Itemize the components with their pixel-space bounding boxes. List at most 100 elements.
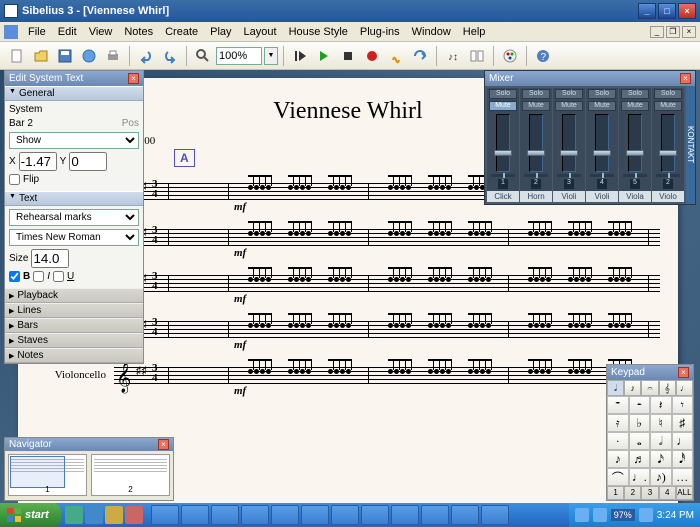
open-button[interactable]	[30, 45, 52, 67]
start-button[interactable]: start	[0, 503, 61, 527]
keypad-close[interactable]: ×	[678, 367, 689, 378]
section-playback[interactable]: ▶Playback	[5, 288, 143, 303]
keypad-tab[interactable]: 𝄐	[641, 380, 658, 396]
new-button[interactable]	[6, 45, 28, 67]
keypad-header[interactable]: Keypad×	[607, 365, 693, 380]
doc-icon[interactable]	[4, 25, 18, 39]
maximize-button[interactable]: □	[658, 3, 676, 19]
flip-checkbox[interactable]	[9, 174, 20, 185]
section-staves[interactable]: ▶Staves	[5, 333, 143, 348]
section-general[interactable]: ▼General	[5, 86, 143, 101]
italic-checkbox[interactable]	[33, 271, 44, 282]
solo-button[interactable]: Solo	[621, 89, 649, 99]
mute-button[interactable]: Mute	[555, 101, 583, 111]
taskbar-button[interactable]	[151, 505, 179, 525]
taskbar-button[interactable]	[181, 505, 209, 525]
solo-button[interactable]: Solo	[489, 89, 517, 99]
size-input[interactable]	[31, 249, 69, 268]
tray-icon[interactable]	[639, 508, 653, 522]
navigator-page[interactable]: 2	[91, 454, 170, 496]
keypad-voice-button[interactable]: 4	[659, 486, 676, 500]
pan-slider[interactable]	[623, 174, 647, 177]
play-button[interactable]	[313, 45, 335, 67]
undo-button[interactable]	[135, 45, 157, 67]
keypad-button[interactable]: ♩	[672, 432, 694, 450]
volume-fader[interactable]	[661, 114, 675, 172]
staff[interactable]: 𝄞 ♯♯ 34 mf	[114, 263, 660, 303]
navigator-viewport[interactable]	[10, 456, 65, 488]
keypad-button[interactable]: ·	[607, 432, 629, 450]
bold-checkbox[interactable]	[9, 271, 20, 282]
staff[interactable]: 𝄞 ♯♯ 34 mf	[114, 355, 660, 395]
mdi-minimize[interactable]: _	[650, 26, 664, 38]
underline-checkbox[interactable]	[53, 271, 64, 282]
keypad-button[interactable]: ♯	[672, 414, 694, 432]
zoom-input[interactable]	[216, 47, 262, 65]
menu-house-style[interactable]: House Style	[283, 24, 354, 40]
keypad-button[interactable]: ♪	[607, 450, 629, 468]
help-button[interactable]: ?	[532, 45, 554, 67]
staff[interactable]: 𝄡 ♯♯ 34 mf	[114, 309, 660, 349]
pan-slider[interactable]	[524, 174, 548, 177]
keypad-button[interactable]: 𝄿	[607, 414, 629, 432]
print-button[interactable]	[102, 45, 124, 67]
keypad-button[interactable]: 𝅝	[629, 432, 651, 450]
minimize-button[interactable]: _	[638, 3, 656, 19]
ql-icon-1[interactable]	[65, 506, 83, 524]
taskbar-button[interactable]	[481, 505, 509, 525]
taskbar-button[interactable]	[361, 505, 389, 525]
mute-button[interactable]: Mute	[621, 101, 649, 111]
taskbar-button[interactable]	[331, 505, 359, 525]
menu-plug-ins[interactable]: Plug-ins	[354, 24, 406, 40]
record-button[interactable]	[361, 45, 383, 67]
show-select[interactable]: Show	[9, 132, 139, 149]
color-button[interactable]	[499, 45, 521, 67]
transpose-button[interactable]: ♪↕	[442, 45, 464, 67]
section-text[interactable]: ▼Text	[5, 191, 143, 206]
tray-icon[interactable]	[593, 508, 607, 522]
keypad-button[interactable]: 𝄼	[629, 396, 651, 414]
keypad-button[interactable]: 𝄾	[672, 396, 694, 414]
keypad-button[interactable]: ♭	[629, 414, 651, 432]
volume-fader[interactable]	[628, 114, 642, 172]
keypad-button[interactable]: ♪)	[650, 468, 672, 486]
taskbar-button[interactable]	[241, 505, 269, 525]
parts-button[interactable]	[466, 45, 488, 67]
redo-button[interactable]	[159, 45, 181, 67]
keypad-button[interactable]: ♮	[650, 414, 672, 432]
keypad-voice-button[interactable]: ALL	[676, 486, 693, 500]
flexi-time-button[interactable]	[385, 45, 407, 67]
mdi-close[interactable]: ×	[682, 26, 696, 38]
menu-play[interactable]: Play	[204, 24, 237, 40]
properties-header[interactable]: Edit System Text ×	[5, 71, 143, 86]
x-input[interactable]	[19, 152, 57, 171]
volume-fader[interactable]	[562, 114, 576, 172]
y-input[interactable]	[69, 152, 107, 171]
solo-button[interactable]: Solo	[654, 89, 682, 99]
mute-button[interactable]: Mute	[654, 101, 682, 111]
navigator-header[interactable]: Navigator×	[5, 438, 173, 451]
menu-file[interactable]: File	[22, 24, 52, 40]
section-lines[interactable]: ▶Lines	[5, 303, 143, 318]
menu-view[interactable]: View	[83, 24, 119, 40]
taskbar-button[interactable]	[271, 505, 299, 525]
mixer-header[interactable]: Mixer×	[485, 71, 695, 86]
keypad-button[interactable]: ♩.	[629, 468, 651, 486]
measure-area[interactable]: mf	[168, 263, 660, 303]
navigator-page[interactable]: 1	[8, 454, 87, 496]
pan-slider[interactable]	[491, 174, 515, 177]
solo-button[interactable]: Solo	[588, 89, 616, 99]
ql-icon-3[interactable]	[105, 506, 123, 524]
section-bars[interactable]: ▶Bars	[5, 318, 143, 333]
menu-create[interactable]: Create	[159, 24, 204, 40]
keypad-button[interactable]: 𝄻	[607, 396, 629, 414]
taskbar-button[interactable]	[301, 505, 329, 525]
export-button[interactable]	[78, 45, 100, 67]
pan-slider[interactable]	[557, 174, 581, 177]
keypad-tab[interactable]: 𝅗𝅥	[607, 380, 624, 396]
taskbar-button[interactable]	[421, 505, 449, 525]
taskbar-button[interactable]	[451, 505, 479, 525]
mixer-side-tab[interactable]: KONTAKT	[686, 86, 695, 204]
mixer-close[interactable]: ×	[680, 73, 691, 84]
solo-button[interactable]: Solo	[522, 89, 550, 99]
